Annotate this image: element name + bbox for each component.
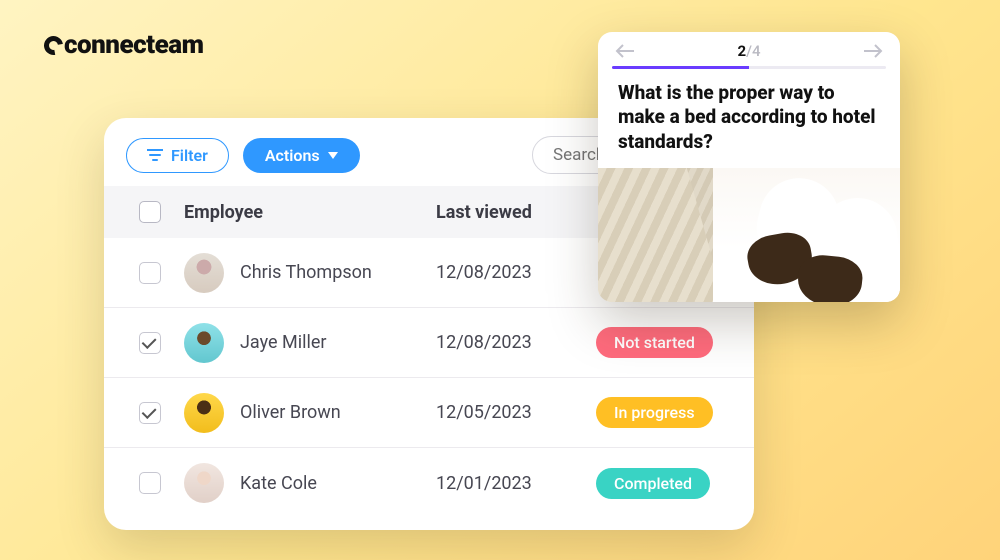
brand-logo: connecteam [44,30,204,60]
table-row: Kate Cole 12/01/2023 Completed [104,448,754,518]
employee-name: Chris Thompson [240,262,372,283]
quiz-prev-button[interactable] [614,42,636,60]
filter-icon [147,149,163,161]
actions-label: Actions [265,146,320,165]
avatar [184,463,224,503]
actions-button[interactable]: Actions [243,138,360,173]
last-viewed: 12/08/2023 [436,262,596,283]
quiz-progress-fill [612,66,749,69]
quiz-total: /4 [746,42,760,60]
avatar [184,393,224,433]
table-row: Oliver Brown 12/05/2023 In progress [104,378,754,448]
status-badge: Completed [596,468,710,499]
quiz-progress-bar [612,66,886,69]
row-checkbox[interactable] [139,262,161,284]
chevron-down-icon [328,152,338,159]
quiz-progress-count: 2/4 [738,42,761,60]
row-checkbox[interactable] [139,472,161,494]
last-viewed: 12/08/2023 [436,332,596,353]
quiz-card: 2/4 What is the proper way to make a bed… [598,32,900,302]
brand-text: connecteam [64,30,204,60]
avatar [184,253,224,293]
row-checkbox[interactable] [139,402,161,424]
quiz-image [598,168,900,302]
select-all-checkbox[interactable] [139,201,161,223]
status-badge: In progress [596,397,713,428]
header-employee: Employee [174,202,436,223]
header-last-viewed: Last viewed [436,202,596,223]
quiz-nav: 2/4 [598,32,900,66]
last-viewed: 12/01/2023 [436,473,596,494]
table-row: Jaye Miller 12/08/2023 Not started [104,308,754,378]
employee-name: Kate Cole [240,473,317,494]
quiz-next-button[interactable] [862,42,884,60]
logo-mark-icon [40,32,66,58]
status-badge: Not started [596,327,713,358]
filter-button[interactable]: Filter [126,138,229,173]
avatar [184,323,224,363]
employee-name: Oliver Brown [240,402,341,423]
quiz-current: 2 [738,42,747,60]
employee-name: Jaye Miller [240,332,327,353]
row-checkbox[interactable] [139,332,161,354]
quiz-question: What is the proper way to make a bed acc… [598,79,900,168]
filter-label: Filter [171,146,208,165]
last-viewed: 12/05/2023 [436,402,596,423]
